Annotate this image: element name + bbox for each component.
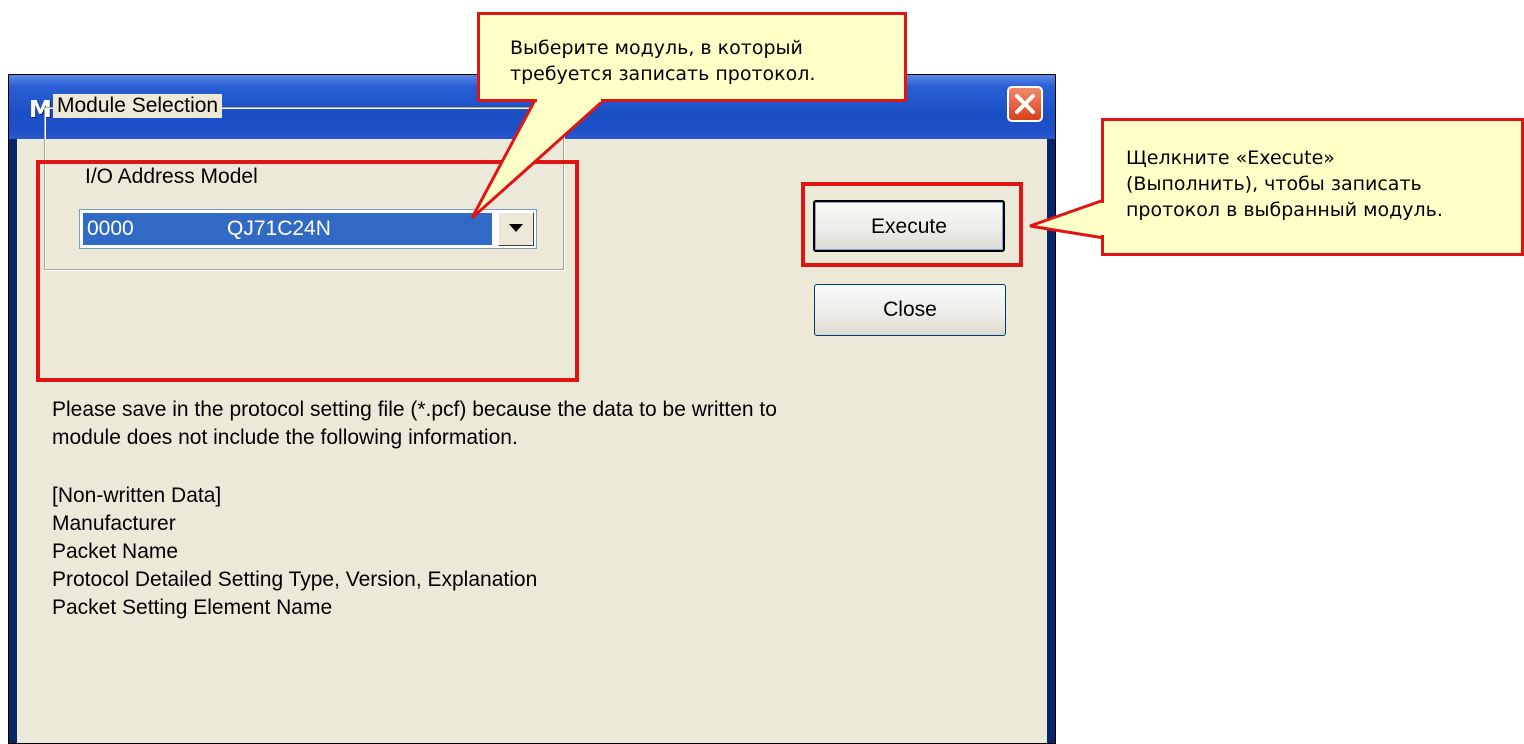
callout-click-execute: Щелкните «Execute» (Выполнить), чтобы за… (1101, 118, 1524, 256)
callout-select-module: Выберите модуль, в который требуется зап… (477, 12, 907, 102)
callout-right-line-3: протокол в выбранный модуль. (1126, 199, 1443, 221)
callout-top-line-1: Выберите модуль, в который (510, 37, 803, 59)
seam-cover (1101, 203, 1107, 235)
seam-cover (537, 96, 601, 102)
callout-right-line-1: Щелкните «Execute» (1126, 147, 1335, 169)
callout-right-line-2: (Выполнить), чтобы записать (1126, 173, 1422, 195)
callout-top-line-2: требуется записать протокол. (510, 63, 816, 85)
callout-pointers (470, 98, 1106, 240)
